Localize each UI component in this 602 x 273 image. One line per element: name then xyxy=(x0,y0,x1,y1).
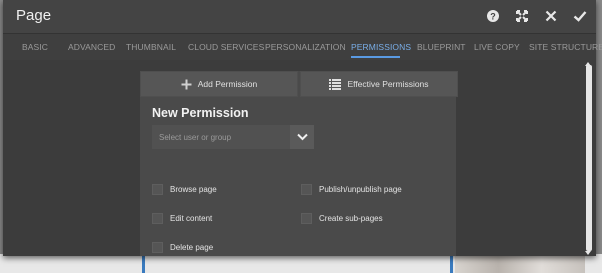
chevron-down-icon xyxy=(296,128,308,146)
browse-page-label: Browse page xyxy=(170,185,217,194)
done-icon[interactable] xyxy=(572,8,588,24)
add-permission-label: Add Permission xyxy=(197,79,258,89)
new-permission-heading: New Permission xyxy=(152,106,249,120)
edit-content-checkbox[interactable]: Edit content xyxy=(152,213,212,224)
background-accent-bar xyxy=(142,256,145,273)
browse-page-checkbox[interactable]: Browse page xyxy=(152,184,217,195)
publish-unpublish-label: Publish/unpublish page xyxy=(319,185,402,194)
user-group-dropdown-button[interactable] xyxy=(290,125,314,149)
scrollbar[interactable] xyxy=(586,65,592,251)
tab-personalization[interactable]: PERSONALIZATION xyxy=(265,42,346,52)
tab-advanced[interactable]: ADVANCED xyxy=(68,42,115,52)
user-group-select-placeholder: Select user or group xyxy=(159,133,232,142)
permissions-actions: Add Permission Effective Permissions xyxy=(140,71,458,97)
dialog-tabs: BASIC ADVANCED THUMBNAIL CLOUD SERVICES … xyxy=(3,34,602,60)
svg-text:?: ? xyxy=(490,12,496,22)
tab-site-structure[interactable]: SITE STRUCTURE xyxy=(529,42,602,52)
checkbox-box xyxy=(152,213,163,224)
publish-unpublish-checkbox[interactable]: Publish/unpublish page xyxy=(301,184,402,195)
background-accent-bar xyxy=(450,256,453,273)
effective-permissions-label: Effective Permissions xyxy=(347,79,429,89)
tab-blueprint[interactable]: BLUEPRINT xyxy=(417,42,466,52)
help-icon[interactable]: ? xyxy=(485,8,501,24)
tab-basic[interactable]: BASIC xyxy=(22,42,48,52)
user-group-select[interactable]: Select user or group xyxy=(152,125,290,149)
close-icon[interactable] xyxy=(543,8,559,24)
create-subpages-label: Create sub-pages xyxy=(319,214,383,223)
permissions-panel: Add Permission Effective Permissions New… xyxy=(140,71,458,256)
dialog-content: Add Permission Effective Permissions New… xyxy=(3,61,596,256)
tab-thumbnail[interactable]: THUMBNAIL xyxy=(126,42,176,52)
fullscreen-icon[interactable] xyxy=(514,8,530,24)
effective-permissions-button[interactable]: Effective Permissions xyxy=(300,71,458,97)
dialog-titlebar: Page ? xyxy=(3,0,596,34)
background-image xyxy=(455,255,585,273)
plus-icon xyxy=(181,79,192,90)
dialog-title: Page xyxy=(16,7,52,24)
checkbox-box xyxy=(301,184,312,195)
scroll-down-icon[interactable] xyxy=(585,251,591,255)
checkbox-box xyxy=(152,184,163,195)
create-subpages-checkbox[interactable]: Create sub-pages xyxy=(301,213,383,224)
tab-live-copy[interactable]: LIVE COPY xyxy=(474,42,520,52)
edit-content-label: Edit content xyxy=(170,214,213,223)
add-permission-button[interactable]: Add Permission xyxy=(140,71,298,97)
list-icon xyxy=(329,78,342,90)
tab-cloud-services[interactable]: CLOUD SERVICES xyxy=(188,42,264,52)
active-tab-indicator xyxy=(351,56,400,58)
delete-page-checkbox[interactable]: Delete page xyxy=(152,242,213,253)
page-properties-dialog: Page ? BASIC ADVANCED THUMBNAIL CLOUD SE… xyxy=(3,0,602,256)
delete-page-label: Delete page xyxy=(170,243,214,252)
checkbox-box xyxy=(301,213,312,224)
checkbox-box xyxy=(152,242,163,253)
tab-permissions[interactable]: PERMISSIONS xyxy=(351,42,411,52)
